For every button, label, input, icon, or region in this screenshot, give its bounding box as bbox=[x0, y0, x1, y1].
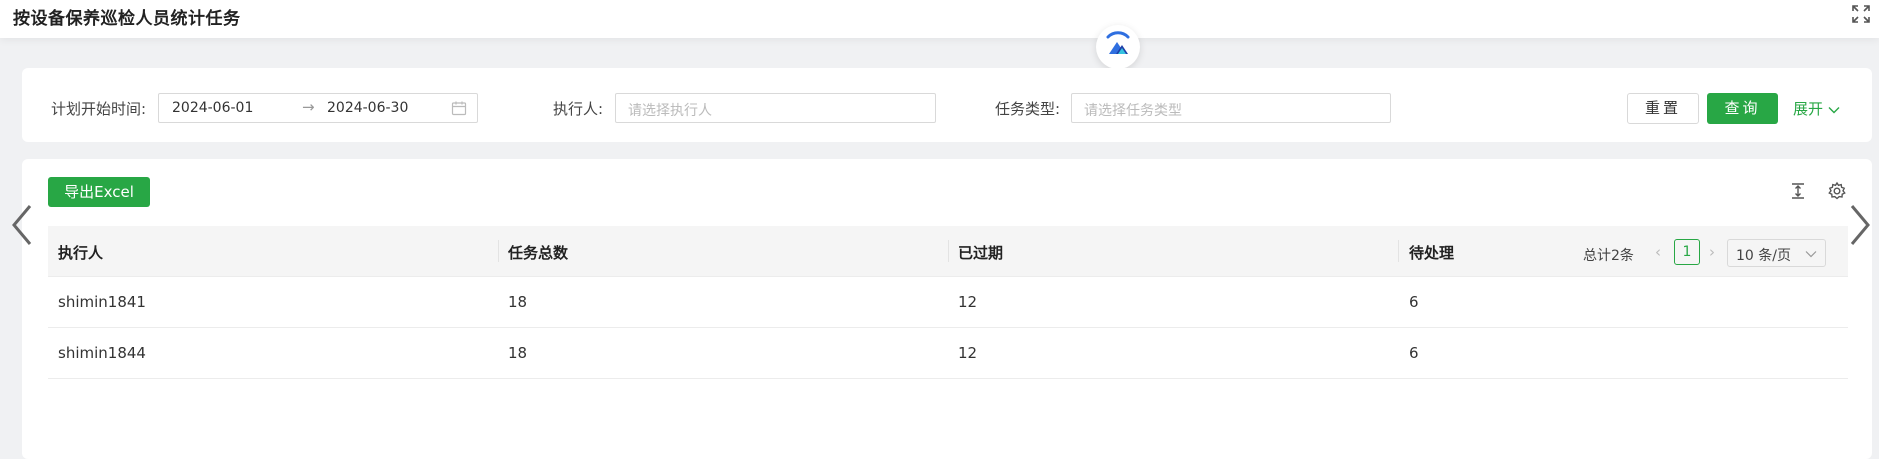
task-type-label: 任务类型: bbox=[995, 100, 1061, 118]
table-row[interactable]: shimin1841 18 12 6 bbox=[48, 277, 1848, 328]
executor-label: 执行人: bbox=[553, 100, 604, 118]
column-divider bbox=[498, 240, 499, 262]
column-header-executor[interactable]: 执行人 bbox=[58, 242, 103, 263]
page-size-select[interactable]: 10 条/页 bbox=[1727, 239, 1826, 267]
cell-executor: shimin1844 bbox=[58, 344, 146, 362]
page-title: 按设备保养巡检人员统计任务 bbox=[13, 9, 241, 29]
column-divider bbox=[948, 240, 949, 262]
date-range-picker[interactable]: 2024-06-01 → 2024-06-30 bbox=[158, 93, 478, 123]
cell-total-tasks: 18 bbox=[508, 344, 528, 362]
query-button[interactable]: 查询 bbox=[1707, 93, 1778, 124]
page-size-value: 10 条/页 bbox=[1736, 248, 1791, 264]
date-range-arrow: → bbox=[302, 98, 315, 116]
chevron-down-icon bbox=[1805, 251, 1817, 258]
pagination-total: 总计2条 bbox=[1583, 248, 1634, 264]
executor-placeholder: 请选择执行人 bbox=[628, 103, 712, 119]
table-row[interactable]: shimin1844 18 12 6 bbox=[48, 328, 1848, 379]
chevron-down-icon bbox=[1828, 106, 1840, 113]
pagination-page-1[interactable]: 1 bbox=[1674, 239, 1700, 265]
cell-pending: 6 bbox=[1409, 344, 1419, 362]
chevron-right-icon[interactable] bbox=[1846, 200, 1876, 250]
table-header: 执行人 任务总数 已过期 待处理 bbox=[48, 226, 1848, 277]
cell-overdue: 12 bbox=[958, 293, 978, 311]
executor-select[interactable]: 请选择执行人 bbox=[615, 93, 936, 123]
table-panel: 导出Excel 执行人 任务总数 已过期 待处理 shimin1841 18 1… bbox=[22, 159, 1872, 459]
plan-start-label: 计划开始时间: bbox=[51, 100, 147, 118]
cell-pending: 6 bbox=[1409, 293, 1419, 311]
cell-executor: shimin1841 bbox=[58, 293, 146, 311]
cell-overdue: 12 bbox=[958, 344, 978, 362]
task-type-placeholder: 请选择任务类型 bbox=[1084, 103, 1182, 119]
task-type-select[interactable]: 请选择任务类型 bbox=[1071, 93, 1391, 123]
pagination-next-icon[interactable]: › bbox=[1709, 243, 1715, 261]
app-logo[interactable] bbox=[1096, 25, 1140, 69]
expand-label: 展开 bbox=[1793, 100, 1824, 118]
date-start-value[interactable]: 2024-06-01 bbox=[172, 100, 253, 116]
expand-toggle[interactable]: 展开 bbox=[1793, 98, 1841, 119]
date-end-value[interactable]: 2024-06-30 bbox=[327, 100, 408, 116]
column-height-icon[interactable] bbox=[1788, 181, 1808, 201]
chevron-left-icon[interactable] bbox=[6, 200, 36, 250]
calendar-icon[interactable] bbox=[451, 100, 467, 116]
filter-panel: 计划开始时间: 2024-06-01 → 2024-06-30 执行人: 请选择… bbox=[22, 68, 1872, 142]
column-divider bbox=[1398, 240, 1399, 262]
reset-button[interactable]: 重置 bbox=[1627, 93, 1699, 124]
fullscreen-icon[interactable] bbox=[1851, 4, 1871, 24]
settings-icon[interactable] bbox=[1827, 181, 1847, 201]
app-logo-icon bbox=[1106, 31, 1130, 54]
export-excel-button[interactable]: 导出Excel bbox=[48, 177, 150, 207]
column-header-total-tasks[interactable]: 任务总数 bbox=[508, 242, 568, 263]
column-header-overdue[interactable]: 已过期 bbox=[958, 242, 1003, 263]
cell-total-tasks: 18 bbox=[508, 293, 528, 311]
top-bar: 按设备保养巡检人员统计任务 bbox=[0, 0, 1879, 38]
pagination-prev-icon[interactable]: ‹ bbox=[1655, 243, 1661, 261]
column-header-pending[interactable]: 待处理 bbox=[1409, 242, 1454, 263]
